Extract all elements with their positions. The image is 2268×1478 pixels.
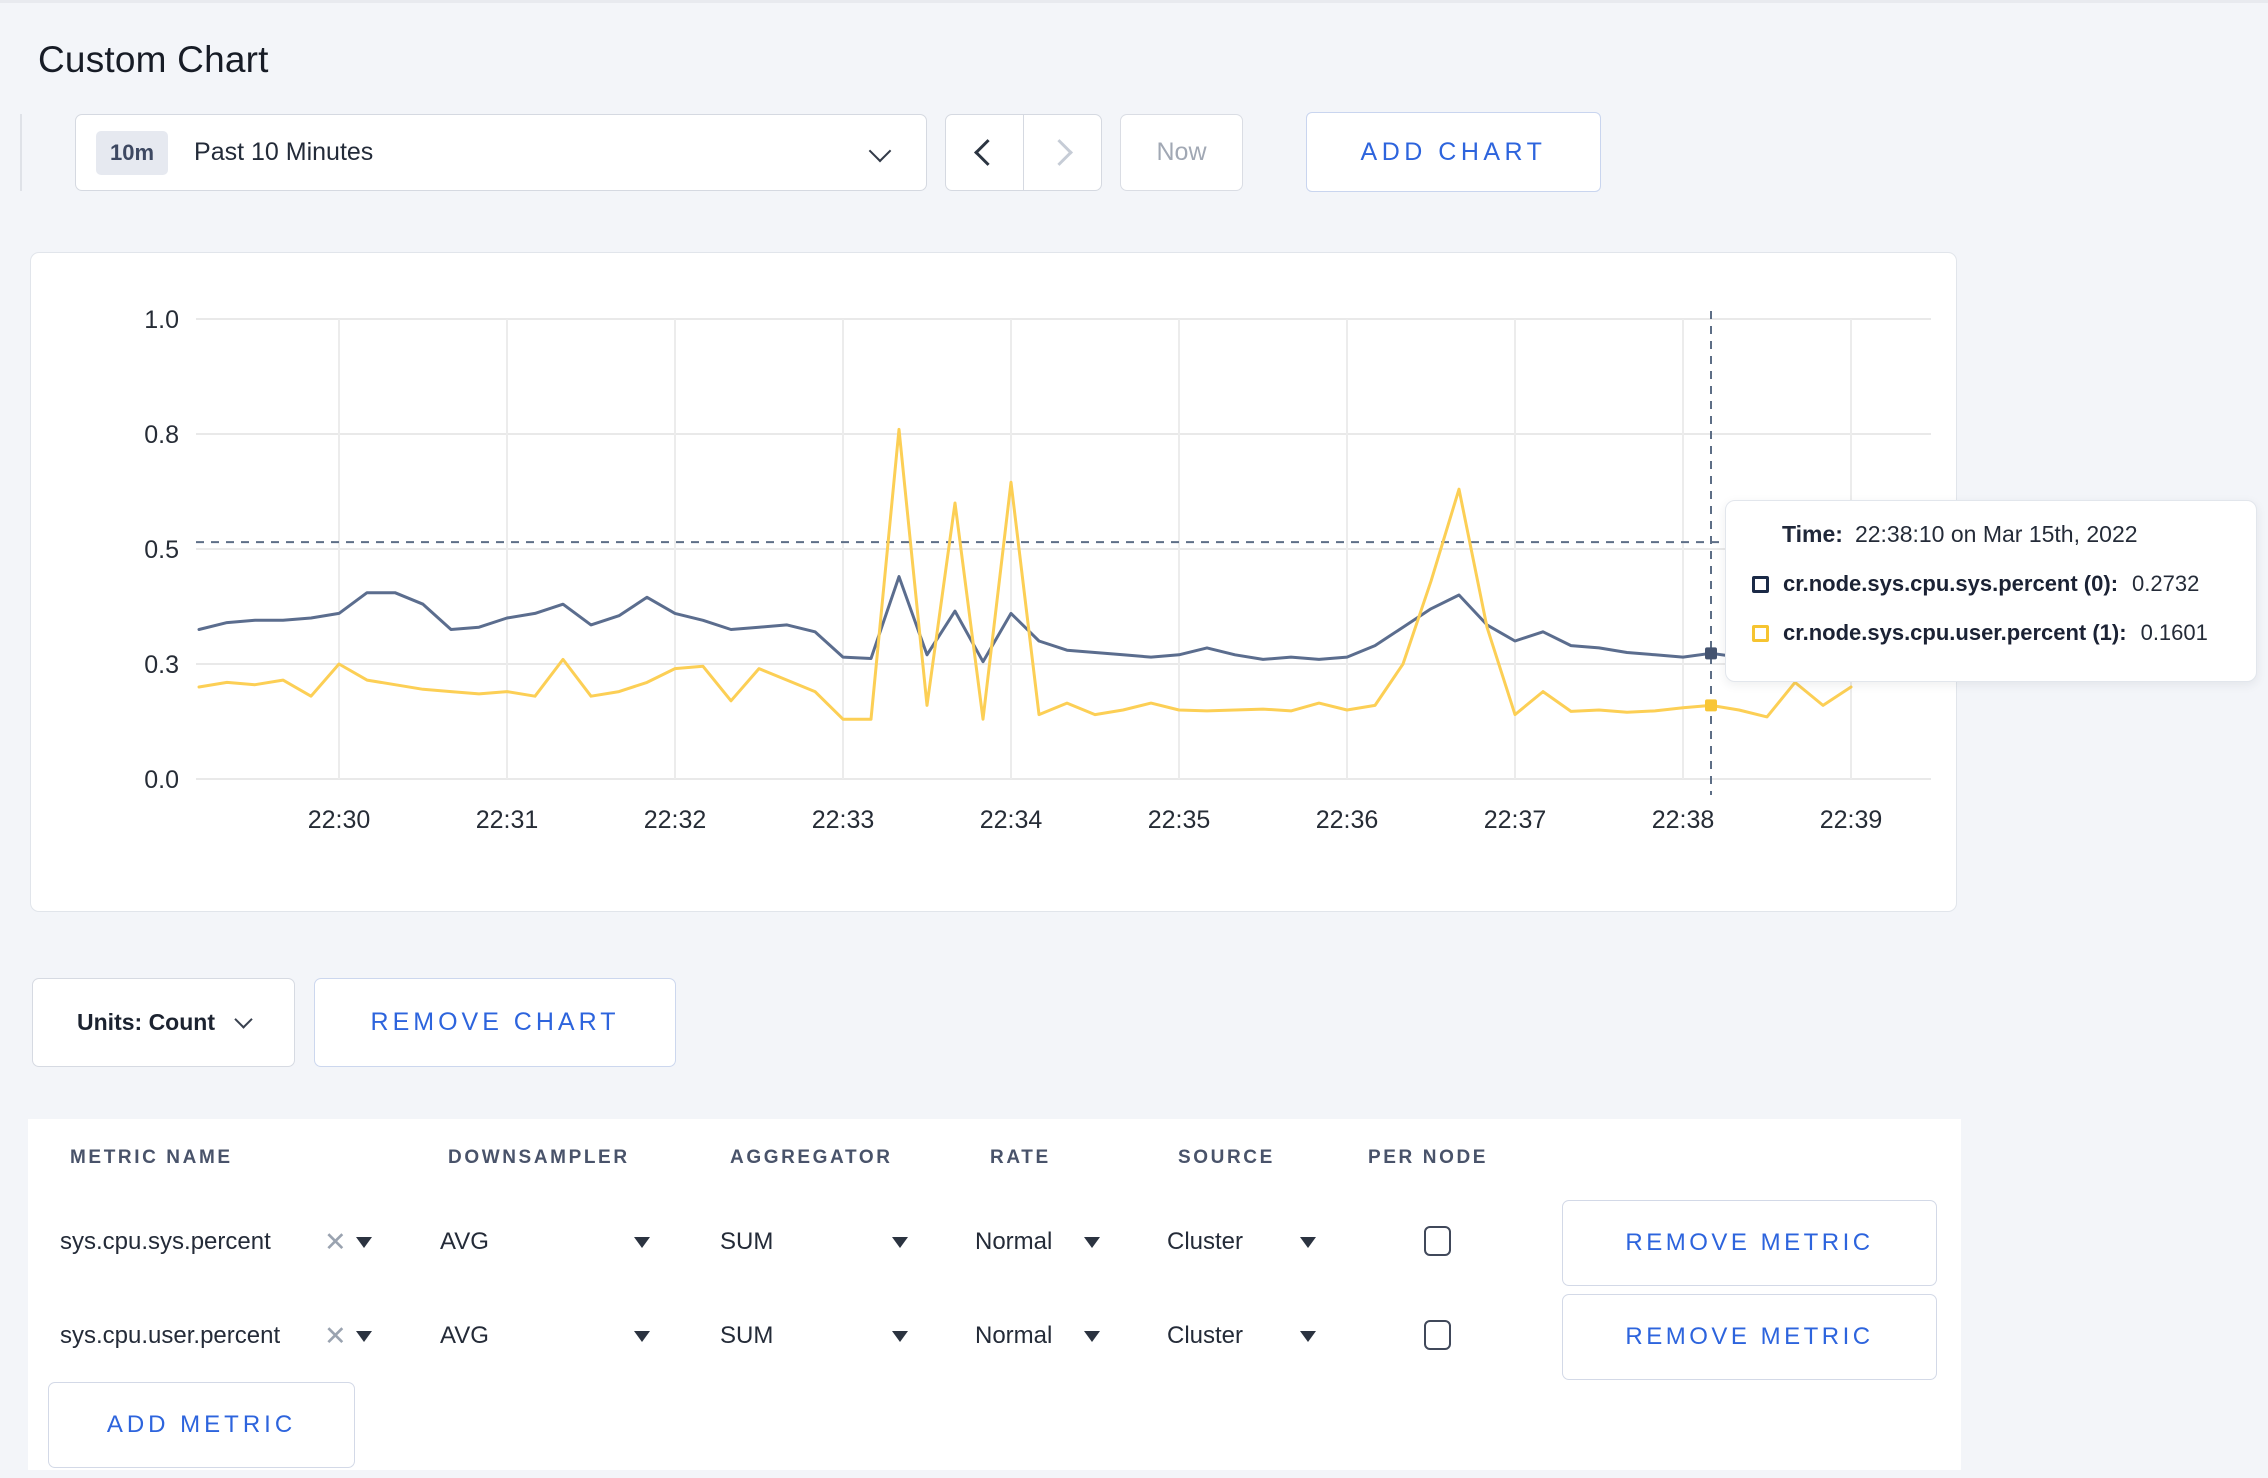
chevron-down-icon: [868, 139, 892, 163]
remove-metric-x-icon[interactable]: ✕: [324, 1323, 347, 1350]
prev-time-button[interactable]: [946, 115, 1023, 190]
top-border: [0, 0, 2268, 3]
now-button[interactable]: Now: [1120, 114, 1243, 191]
tooltip-time-value: 22:38:10 on Mar 15th, 2022: [1854, 521, 2138, 547]
tooltip-series-row: cr.node.sys.cpu.user.percent (1): 0.1601: [1752, 620, 2256, 646]
rate-select[interactable]: Normal: [975, 1228, 1052, 1256]
add-metric-button[interactable]: ADD METRIC: [48, 1382, 355, 1468]
header-rate: RATE: [990, 1147, 1051, 1168]
svg-text:22:37: 22:37: [1484, 806, 1547, 834]
units-label: Units: Count: [77, 1009, 215, 1035]
per-node-checkbox[interactable]: [1424, 1320, 1451, 1350]
time-window-label: Past 10 Minutes: [194, 138, 374, 166]
toolbar-divider: [20, 114, 22, 191]
aggregator-caret-icon[interactable]: [892, 1331, 908, 1342]
tooltip-time-label: Time:: [1782, 521, 1843, 547]
svg-text:22:32: 22:32: [644, 806, 707, 834]
next-time-button[interactable]: [1023, 115, 1101, 190]
tooltip-series-value: 0.1601: [2140, 620, 2208, 645]
svg-text:22:39: 22:39: [1820, 806, 1883, 834]
header-aggregator: AGGREGATOR: [730, 1147, 893, 1168]
remove-chart-button[interactable]: REMOVE CHART: [314, 978, 676, 1067]
metric-name-select[interactable]: sys.cpu.user.percent: [60, 1322, 280, 1350]
metric-caret-icon[interactable]: [356, 1237, 372, 1248]
chevron-right-icon: [1046, 139, 1073, 166]
user-series-swatch-icon: [1752, 624, 1769, 642]
page-title: Custom Chart: [38, 38, 269, 80]
time-window-dropdown[interactable]: 10m Past 10 Minutes: [75, 114, 927, 191]
svg-text:22:33: 22:33: [812, 806, 875, 834]
per-node-checkbox[interactable]: [1424, 1226, 1451, 1256]
time-window-badge: 10m: [96, 130, 169, 175]
remove-metric-button[interactable]: REMOVE METRIC: [1562, 1200, 1937, 1286]
add-chart-button[interactable]: ADD CHART: [1306, 112, 1601, 192]
svg-text:22:31: 22:31: [476, 806, 539, 834]
metric-name-select[interactable]: sys.cpu.sys.percent: [60, 1228, 271, 1256]
downsampler-caret-icon[interactable]: [634, 1331, 650, 1342]
svg-text:1.0: 1.0: [144, 306, 179, 334]
aggregator-select[interactable]: SUM: [720, 1228, 773, 1256]
source-caret-icon[interactable]: [1300, 1237, 1316, 1248]
downsampler-select[interactable]: AVG: [440, 1322, 489, 1350]
source-select[interactable]: Cluster: [1167, 1322, 1243, 1350]
svg-text:22:35: 22:35: [1148, 806, 1211, 834]
rate-caret-icon[interactable]: [1084, 1331, 1100, 1342]
header-downsampler: DOWNSAMPLER: [448, 1147, 630, 1168]
rate-caret-icon[interactable]: [1084, 1237, 1100, 1248]
source-caret-icon[interactable]: [1300, 1331, 1316, 1342]
tooltip-series-row: cr.node.sys.cpu.sys.percent (0): 0.2732: [1752, 571, 2256, 597]
aggregator-caret-icon[interactable]: [892, 1237, 908, 1248]
svg-text:22:36: 22:36: [1316, 806, 1379, 834]
remove-metric-button[interactable]: REMOVE METRIC: [1562, 1294, 1937, 1380]
header-metric-name: METRIC NAME: [70, 1147, 233, 1168]
chevron-left-icon: [974, 139, 1001, 166]
svg-text:0.0: 0.0: [144, 766, 179, 794]
svg-text:0.5: 0.5: [144, 536, 179, 564]
chart-card: 0.0 0.3 0.5 0.8 1.0 22:30 22:31 22:32 22:33 22:34…: [30, 252, 1957, 912]
tooltip-series-name: cr.node.sys.cpu.user.percent (1):: [1783, 620, 2127, 645]
rate-select[interactable]: Normal: [975, 1322, 1052, 1350]
metric-caret-icon[interactable]: [356, 1331, 372, 1342]
chart-tooltip: Time: 22:38:10 on Mar 15th, 2022 cr.node.…: [1725, 500, 2257, 682]
time-nav-group: [945, 114, 1102, 191]
units-dropdown[interactable]: Units: Count: [32, 978, 295, 1067]
header-source: SOURCE: [1178, 1147, 1275, 1168]
sys-series-swatch-icon: [1752, 575, 1769, 593]
metrics-table: METRIC NAME DOWNSAMPLER AGGREGATOR RATE …: [28, 1119, 1961, 1470]
svg-text:0.3: 0.3: [144, 651, 179, 679]
remove-metric-x-icon[interactable]: ✕: [324, 1229, 347, 1256]
source-select[interactable]: Cluster: [1167, 1228, 1243, 1256]
cpu-usage-chart[interactable]: 0.0 0.3 0.5 0.8 1.0 22:30 22:31 22:32 22:33 22:34…: [31, 253, 1955, 910]
tooltip-series-value: 0.2732: [2132, 571, 2200, 596]
downsampler-caret-icon[interactable]: [634, 1237, 650, 1248]
header-per-node: PER NODE: [1368, 1147, 1489, 1168]
aggregator-select[interactable]: SUM: [720, 1322, 773, 1350]
svg-text:22:30: 22:30: [308, 806, 371, 834]
svg-text:0.8: 0.8: [144, 421, 179, 449]
downsampler-select[interactable]: AVG: [440, 1228, 489, 1256]
svg-text:22:34: 22:34: [980, 806, 1043, 834]
tooltip-series-name: cr.node.sys.cpu.sys.percent (0):: [1783, 571, 2119, 596]
svg-text:22:38: 22:38: [1652, 806, 1715, 834]
chevron-down-icon: [234, 1010, 253, 1029]
